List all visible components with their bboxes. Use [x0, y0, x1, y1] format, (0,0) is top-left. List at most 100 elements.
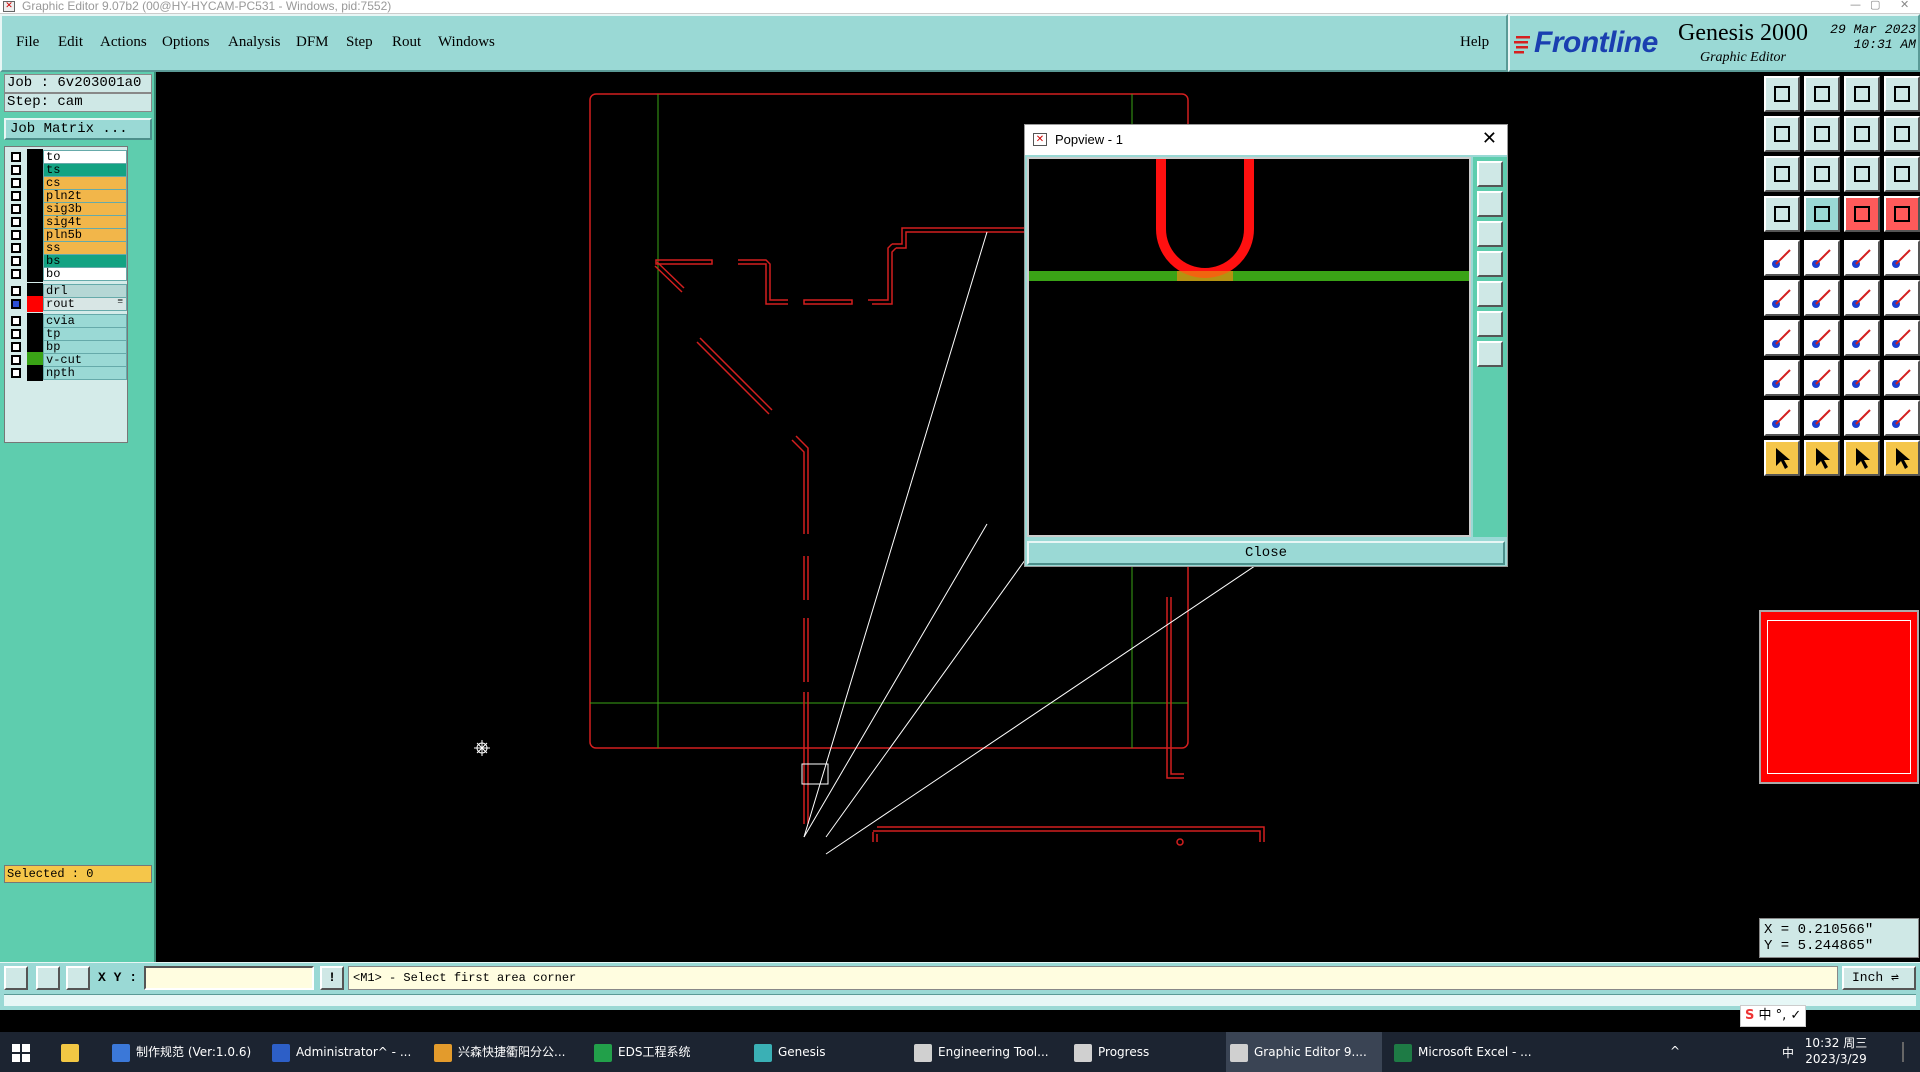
- draw-line-icon[interactable]: [1764, 320, 1800, 356]
- undo-icon[interactable]: [1844, 116, 1880, 152]
- redraw-icon[interactable]: [1884, 116, 1920, 152]
- layer-checkbox[interactable]: [11, 329, 21, 339]
- layer-checkbox[interactable]: [11, 286, 21, 296]
- menu-options[interactable]: Options: [162, 34, 210, 51]
- layer-checkbox[interactable]: [11, 316, 21, 326]
- layer-checkbox[interactable]: [11, 191, 21, 201]
- taskbar-clock[interactable]: 10:32 周三 2023/3/29: [1796, 1035, 1876, 1067]
- layer-checkbox[interactable]: [11, 269, 21, 279]
- layer-checkbox[interactable]: [11, 243, 21, 253]
- job-matrix-button[interactable]: Job Matrix ...: [4, 118, 152, 140]
- snap-icon[interactable]: [1844, 196, 1880, 232]
- popview-pan-right-icon[interactable]: [1477, 281, 1503, 307]
- move-icon[interactable]: [1764, 360, 1800, 396]
- taskbar-item[interactable]: Microsoft Excel - ...: [1390, 1032, 1540, 1072]
- overview-map[interactable]: [1759, 610, 1919, 784]
- pan-right-icon[interactable]: [1804, 116, 1840, 152]
- menu-help[interactable]: Help: [1460, 34, 1489, 51]
- execute-button[interactable]: !: [320, 966, 344, 990]
- copy-icon[interactable]: [1884, 360, 1920, 396]
- popview-fit-icon[interactable]: [1477, 311, 1503, 337]
- measure-icon[interactable]: [1764, 196, 1800, 232]
- snap-alt-icon[interactable]: [1884, 196, 1920, 232]
- taskbar-item[interactable]: Genesis: [750, 1032, 900, 1072]
- taskbar-item[interactable]: EDS工程系统: [590, 1032, 740, 1072]
- add-pad-icon[interactable]: [1764, 240, 1800, 276]
- menu-dfm[interactable]: DFM: [296, 34, 329, 51]
- layer-checkbox[interactable]: [11, 230, 21, 240]
- close-icon[interactable]: ✕: [1900, 0, 1909, 11]
- layer-checkbox[interactable]: [11, 178, 21, 188]
- taskbar-item[interactable]: 制作规范 (Ver:1.0.6): [108, 1032, 258, 1072]
- layer-name[interactable]: npth: [43, 366, 127, 380]
- select-multi-icon[interactable]: [1884, 440, 1920, 476]
- layer-row-rout[interactable]: rout ≡: [5, 296, 127, 312]
- snap-mode-icon[interactable]: [4, 966, 28, 990]
- minus-icon[interactable]: [1804, 360, 1840, 396]
- draw-mode-icon[interactable]: [36, 966, 60, 990]
- cross-icon[interactable]: [1804, 280, 1840, 316]
- layer-checkbox[interactable]: [11, 165, 21, 175]
- tray-chevron-icon[interactable]: ^: [1670, 1044, 1680, 1058]
- ruler-icon[interactable]: [1844, 240, 1880, 276]
- layer-row-bo[interactable]: bo: [5, 266, 127, 282]
- save-icon[interactable]: [1804, 76, 1840, 112]
- slash-icon[interactable]: [1884, 280, 1920, 316]
- taskbar-item[interactable]: 兴森快捷衢阳分公...: [430, 1032, 580, 1072]
- pointer-icon[interactable]: [1764, 440, 1800, 476]
- scale-icon[interactable]: [1844, 156, 1880, 192]
- select-alt-icon[interactable]: [1844, 440, 1880, 476]
- select-icon[interactable]: [1804, 440, 1840, 476]
- menu-edit[interactable]: Edit: [58, 34, 83, 51]
- layer-checkbox[interactable]: [11, 217, 21, 227]
- zoom-fit-icon[interactable]: [1764, 156, 1800, 192]
- zoom-center-icon[interactable]: [1804, 156, 1840, 192]
- layer-color-swatch[interactable]: [27, 266, 43, 282]
- restore-icon[interactable]: ▢: [1870, 0, 1880, 11]
- menu-file[interactable]: File: [16, 34, 39, 51]
- popview-zoom-out-icon[interactable]: [1477, 221, 1503, 247]
- menu-windows[interactable]: Windows: [438, 34, 495, 51]
- help-icon[interactable]: [1884, 156, 1920, 192]
- menu-step[interactable]: Step: [346, 34, 373, 51]
- show-desktop-button[interactable]: [1902, 1042, 1904, 1062]
- layer-checkbox[interactable]: [11, 368, 21, 378]
- windows-start-icon[interactable]: [12, 1044, 30, 1062]
- layer-checkbox[interactable]: [11, 342, 21, 352]
- edit-icon[interactable]: [1844, 360, 1880, 396]
- arc-icon[interactable]: [1844, 320, 1880, 356]
- layer-name[interactable]: bo: [43, 267, 127, 281]
- menu-actions[interactable]: Actions: [100, 34, 147, 51]
- layer-color-swatch[interactable]: [27, 365, 43, 381]
- grid-icon[interactable]: [66, 966, 90, 990]
- layer-checkbox[interactable]: [11, 204, 21, 214]
- add-line-icon[interactable]: [1804, 240, 1840, 276]
- layer-checkbox[interactable]: [11, 355, 21, 365]
- popview-zoom-home-icon[interactable]: [1477, 161, 1503, 187]
- triangle-icon[interactable]: [1764, 400, 1800, 436]
- taskbar-item[interactable]: Administrator^ - ...: [268, 1032, 418, 1072]
- ime-toolbar[interactable]: S 中 °, ✓: [1740, 1005, 1807, 1027]
- mirror-icon[interactable]: [1884, 320, 1920, 356]
- open-step-icon[interactable]: [1764, 76, 1800, 112]
- layer-checkbox[interactable]: [11, 152, 21, 162]
- popview-close-button[interactable]: Close: [1027, 541, 1505, 565]
- window-layout-icon[interactable]: [1884, 76, 1920, 112]
- taskbar-item[interactable]: Graphic Editor 9....: [1226, 1032, 1382, 1072]
- menu-analysis[interactable]: Analysis: [228, 34, 281, 51]
- popview-center-icon[interactable]: [1477, 341, 1503, 367]
- popview-viewport[interactable]: [1027, 157, 1471, 537]
- file-explorer-icon[interactable]: [50, 1032, 90, 1072]
- draw-diagonal-icon[interactable]: [1804, 320, 1840, 356]
- popview-pan-left-icon[interactable]: [1477, 251, 1503, 277]
- popview-close-icon[interactable]: ✕: [1482, 128, 1497, 149]
- tray-lang[interactable]: 中: [1782, 1044, 1794, 1061]
- popview-zoom-in-icon[interactable]: [1477, 191, 1503, 217]
- minimize-icon[interactable]: —: [1850, 0, 1861, 11]
- grid-toggle-icon[interactable]: [1804, 196, 1840, 232]
- menu-rout[interactable]: Rout: [392, 34, 421, 51]
- home-icon[interactable]: [1844, 76, 1880, 112]
- layer-name[interactable]: rout: [43, 297, 127, 311]
- point-icon[interactable]: [1844, 280, 1880, 316]
- taskbar-item[interactable]: Engineering Tool...: [910, 1032, 1060, 1072]
